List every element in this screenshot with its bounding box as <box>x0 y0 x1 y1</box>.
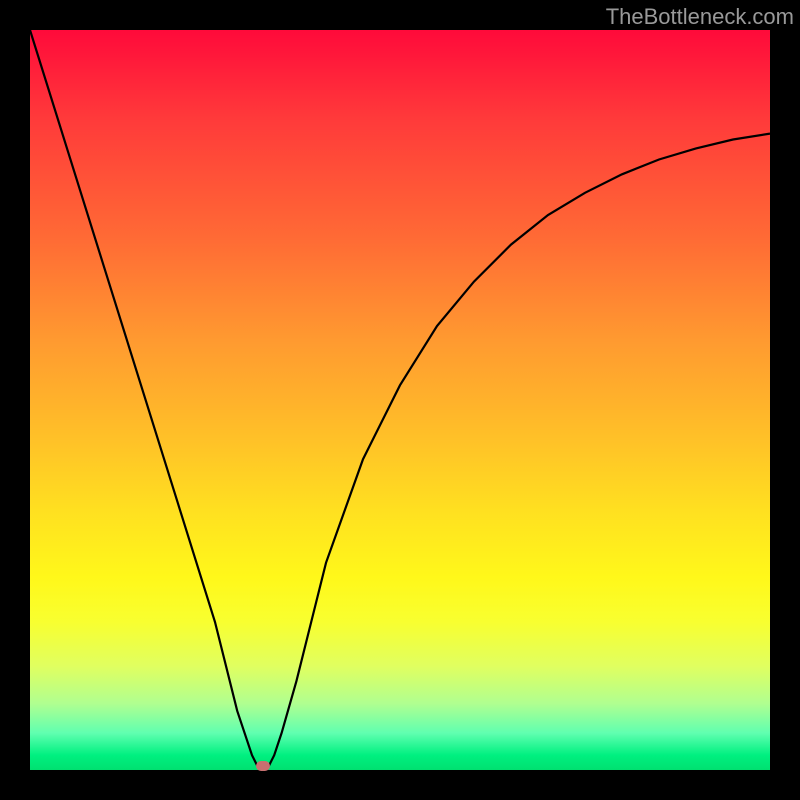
chart-frame: TheBottleneck.com <box>0 0 800 800</box>
bottleneck-curve <box>30 30 770 770</box>
watermark-text: TheBottleneck.com <box>606 4 794 30</box>
bottleneck-point-marker <box>256 761 270 771</box>
